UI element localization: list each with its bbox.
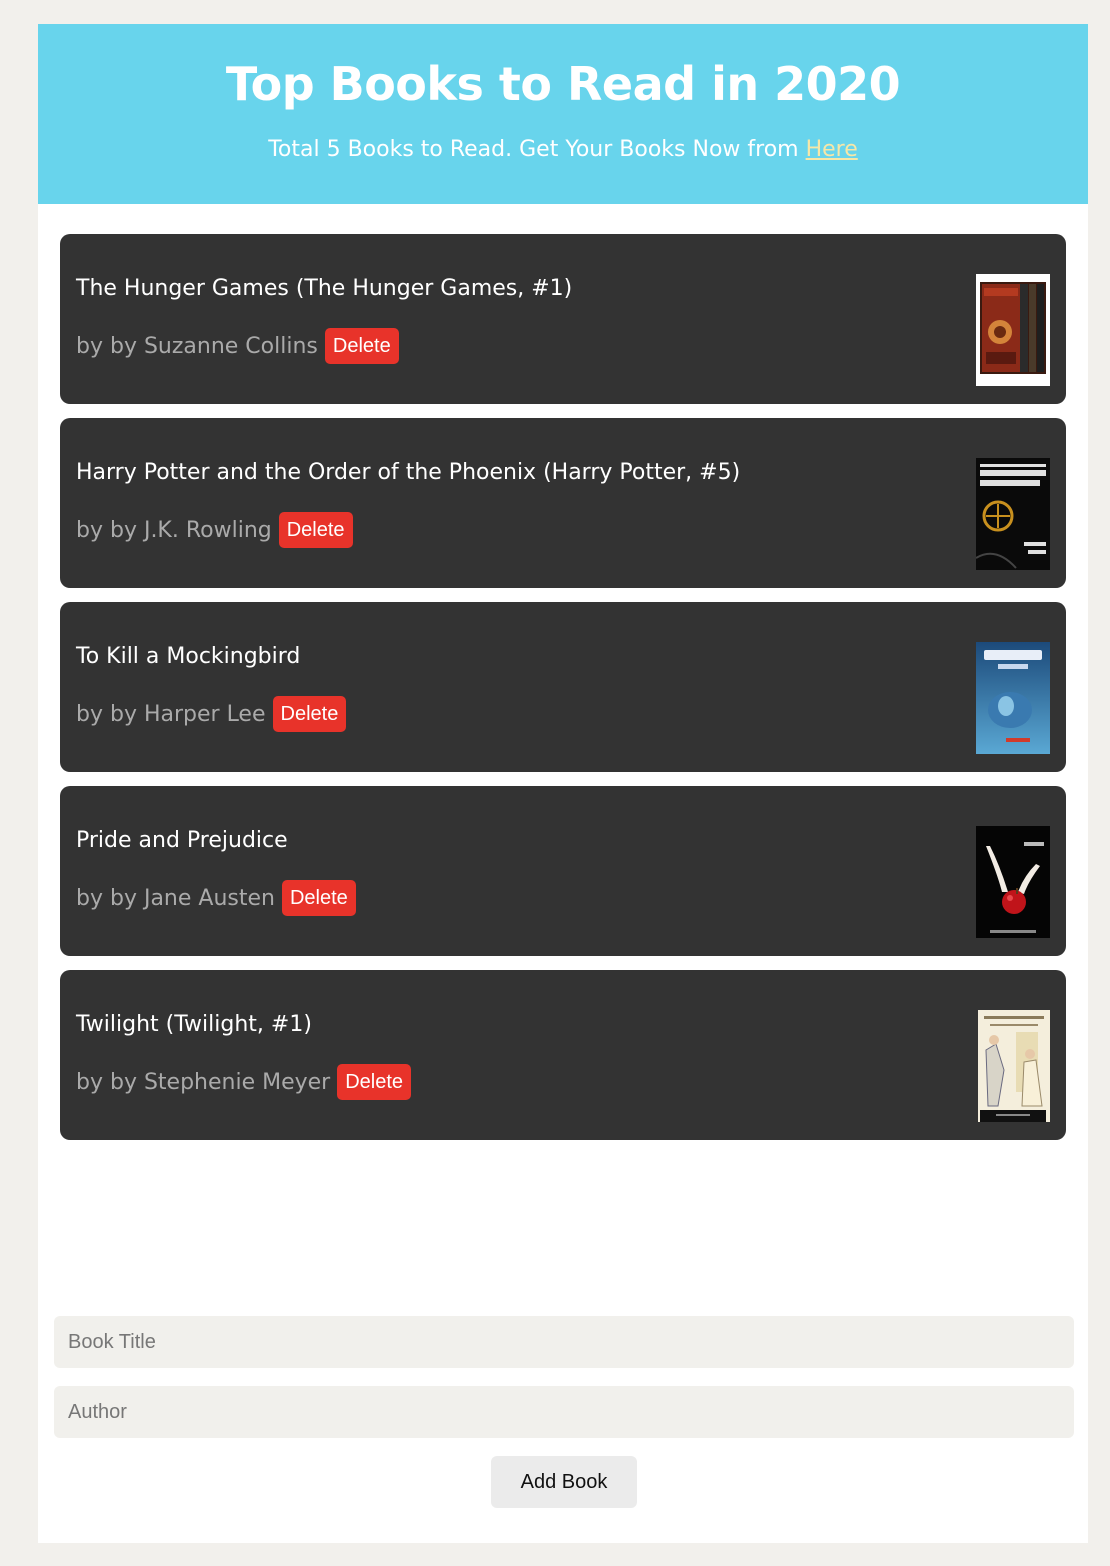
page-container: Top Books to Read in 2020 Total 5 Books …	[38, 24, 1088, 1543]
book-byline: by by Jane Austen Delete	[76, 880, 356, 916]
book-card: The Hunger Games (The Hunger Games, #1) …	[60, 234, 1066, 404]
add-book-button[interactable]: Add Book	[491, 1456, 637, 1508]
here-link[interactable]: Here	[806, 137, 858, 162]
book-title-input[interactable]	[54, 1316, 1074, 1368]
hunger-games-cover	[976, 458, 1050, 570]
delete-button[interactable]: Delete	[281, 880, 356, 916]
book-author: by by J.K. Rowling	[76, 517, 272, 543]
subtitle-text: Total 5 Books to Read. Get Your Books No…	[268, 137, 806, 162]
delete-button[interactable]: Delete	[324, 328, 399, 364]
book-title: Harry Potter and the Order of the Phoeni…	[76, 460, 741, 485]
book-title: The Hunger Games (The Hunger Games, #1)	[76, 276, 573, 301]
delete-button[interactable]: Delete	[337, 1064, 412, 1100]
author-input[interactable]	[54, 1386, 1074, 1438]
twilight-cover	[976, 826, 1050, 938]
book-byline: by by Stephenie Meyer Delete	[76, 1064, 412, 1100]
book-author: by by Suzanne Collins	[76, 333, 318, 359]
book-card: Pride and Prejudice by by Jane Austen De…	[60, 786, 1066, 956]
book-card: Harry Potter and the Order of the Phoeni…	[60, 418, 1066, 588]
book-card: To Kill a Mockingbird by by Harper Lee D…	[60, 602, 1066, 772]
book-title: To Kill a Mockingbird	[76, 644, 301, 669]
book-author: by by Stephenie Meyer	[76, 1069, 331, 1095]
book-title: Pride and Prejudice	[76, 828, 288, 853]
page-subtitle: Total 5 Books to Read. Get Your Books No…	[38, 136, 1088, 164]
book-list: The Hunger Games (The Hunger Games, #1) …	[60, 234, 1066, 1154]
book-author: by by Jane Austen	[76, 885, 275, 911]
book-byline: by by J.K. Rowling Delete	[76, 512, 353, 548]
book-author: by by Harper Lee	[76, 701, 266, 727]
page-header: Top Books to Read in 2020 Total 5 Books …	[38, 24, 1088, 204]
harry-potter-cover	[976, 642, 1050, 754]
pride-prejudice-cover	[976, 1010, 1050, 1122]
delete-button[interactable]: Delete	[272, 696, 347, 732]
book-title: Twilight (Twilight, #1)	[76, 1012, 312, 1037]
add-book-form: Add Book	[54, 1316, 1074, 1508]
page-title: Top Books to Read in 2020	[225, 57, 901, 111]
book-byline: by by Suzanne Collins Delete	[76, 328, 399, 364]
delete-button[interactable]: Delete	[278, 512, 353, 548]
book-byline: by by Harper Lee Delete	[76, 696, 347, 732]
book-card: Twilight (Twilight, #1) by by Stephenie …	[60, 970, 1066, 1140]
box-set-cover	[976, 274, 1050, 386]
